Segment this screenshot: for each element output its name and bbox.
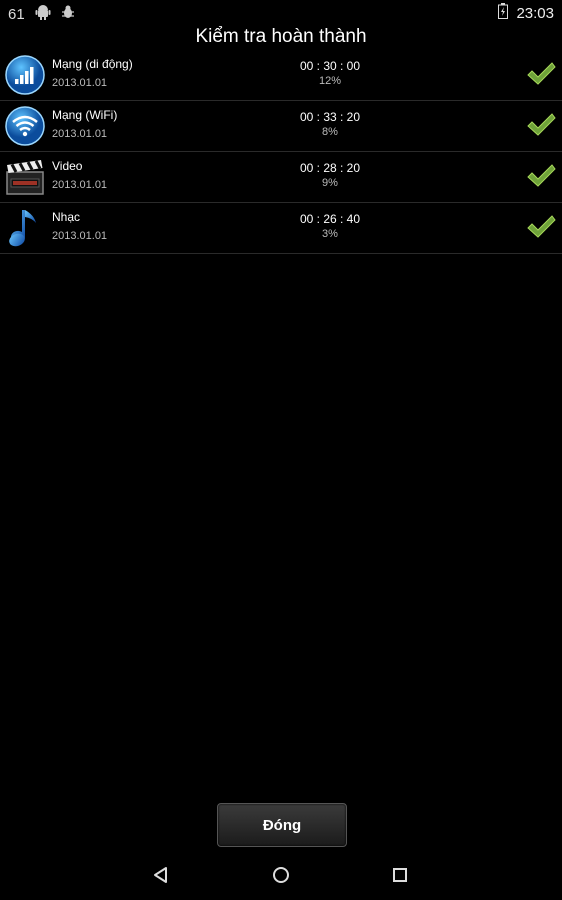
status-number: 61 <box>8 6 25 23</box>
item-date: 2013.01.01 <box>52 128 108 140</box>
back-icon[interactable] <box>147 862 175 888</box>
item-percent: 8% <box>322 126 338 138</box>
item-percent: 3% <box>322 228 338 240</box>
check-icon <box>526 110 556 140</box>
item-duration: 00 : 28 : 20 <box>299 161 361 175</box>
battery-icon <box>498 3 509 24</box>
item-name: Video <box>52 159 83 173</box>
bug-icon <box>61 4 75 25</box>
clock: 23:03 <box>516 5 554 22</box>
music-note-icon <box>4 207 46 249</box>
list-item[interactable]: Mạng (WiFi) 2013.01.01 00 : 33 : 20 8% <box>0 101 562 152</box>
item-name: Mạng (WiFi) <box>52 108 118 122</box>
check-icon <box>526 161 556 191</box>
item-name: Nhạc <box>52 210 81 224</box>
check-icon <box>526 59 556 89</box>
item-name: Mạng (di động) <box>52 57 133 71</box>
clapperboard-icon <box>4 156 46 198</box>
result-list: Mạng (di động) 2013.01.01 00 : 30 : 00 1… <box>0 50 562 254</box>
item-date: 2013.01.01 <box>52 77 108 89</box>
wifi-icon <box>4 105 46 147</box>
list-item[interactable]: Nhạc 2013.01.01 00 : 26 : 40 3% <box>0 203 562 254</box>
status-bar: 61 23:03 <box>0 0 562 24</box>
close-button[interactable]: Đóng <box>217 803 347 847</box>
list-item[interactable]: Mạng (di động) 2013.01.01 00 : 30 : 00 1… <box>0 50 562 101</box>
recents-icon[interactable] <box>386 862 414 888</box>
item-duration: 00 : 26 : 40 <box>299 212 361 226</box>
android-icon <box>35 4 51 25</box>
signal-bars-icon <box>4 54 46 96</box>
item-percent: 12% <box>318 75 342 87</box>
item-date: 2013.01.01 <box>52 230 108 242</box>
home-icon[interactable] <box>267 862 295 888</box>
item-date: 2013.01.01 <box>52 179 108 191</box>
navigation-bar <box>0 850 562 900</box>
item-duration: 00 : 30 : 00 <box>299 59 361 73</box>
list-item[interactable]: Video 2013.01.01 00 : 28 : 20 9% <box>0 152 562 203</box>
page-title: Kiểm tra hoàn thành <box>195 26 367 47</box>
item-percent: 9% <box>322 177 338 189</box>
check-icon <box>526 212 556 242</box>
item-duration: 00 : 33 : 20 <box>299 110 361 124</box>
